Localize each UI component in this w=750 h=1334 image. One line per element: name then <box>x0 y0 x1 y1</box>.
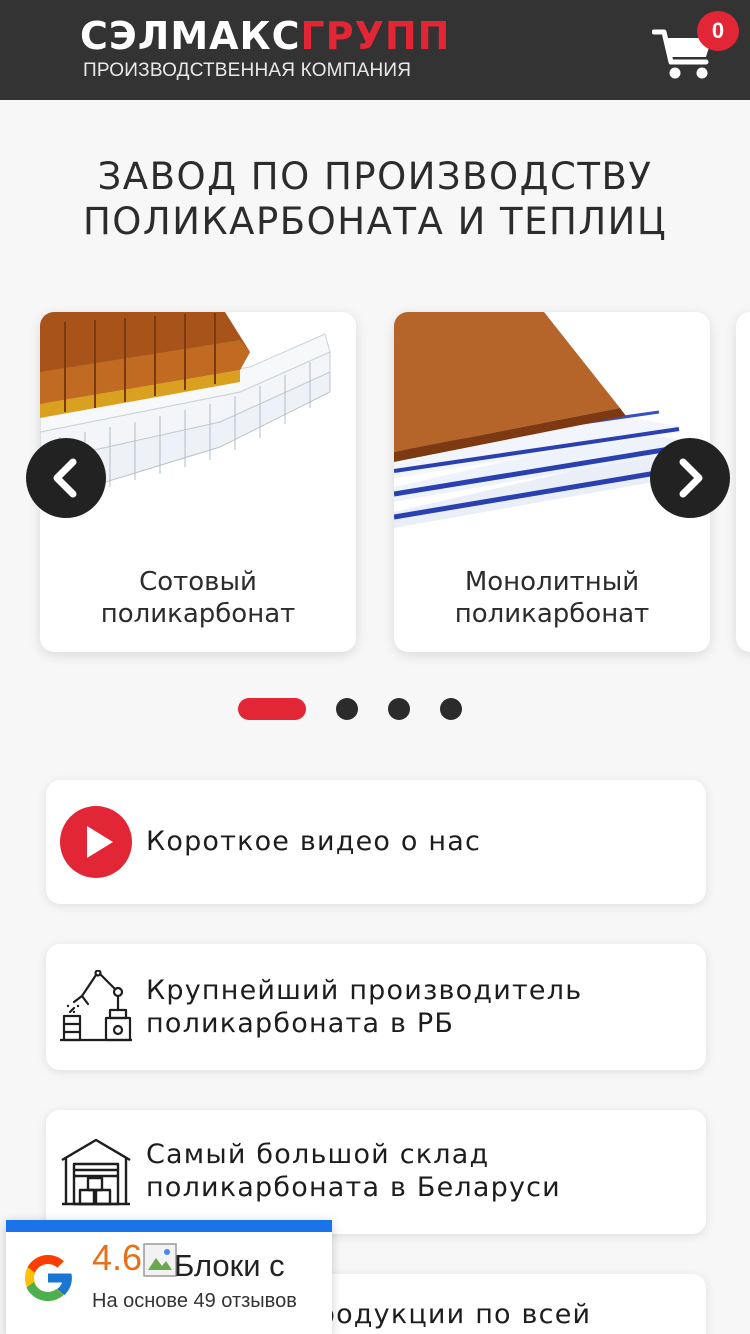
play-icon <box>60 806 132 878</box>
card-title-line1: Сотовый <box>139 567 257 597</box>
carousel-dot-2[interactable] <box>336 698 358 720</box>
carousel-dot-3[interactable] <box>388 698 410 720</box>
logo-part2: ГРУПП <box>300 14 451 58</box>
cart-count-badge: 0 <box>697 11 739 51</box>
carousel-dot-1[interactable] <box>238 698 306 720</box>
chevron-right-icon[interactable] <box>650 438 730 518</box>
card-title-line2: поликарбонат <box>100 599 296 629</box>
feature-text: Крупнейший производитель поликарбоната в… <box>146 974 582 1040</box>
card-title-line2: поликарбонат <box>454 599 650 629</box>
carousel-pagination <box>0 698 750 720</box>
google-rating-value: 4.6 <box>92 1237 143 1278</box>
card-title: Сотовый поликарбонат <box>40 566 356 630</box>
page-title-line2: ПОЛИКАРБОНАТА И ТЕПЛИЦ <box>82 200 668 243</box>
broken-image-alt-text: Блоки с <box>174 1248 285 1283</box>
card-title: Монолитный поликарбонат <box>394 566 710 630</box>
producer-feature-card: Крупнейший производитель поликарбоната в… <box>46 944 706 1070</box>
google-reviews-badge[interactable]: 4.6 Блоки с На основе 49 отзывов <box>6 1220 332 1334</box>
video-feature-card[interactable]: Короткое видео о нас <box>46 780 706 904</box>
chevron-left-icon[interactable] <box>26 438 106 518</box>
factory-robot-icon <box>60 970 132 1042</box>
feature-text-line1: Самый большой склад <box>146 1139 490 1170</box>
warehouse-icon <box>61 1138 131 1206</box>
feature-text-line1: Крупнейший производитель <box>146 975 583 1006</box>
broken-image-icon <box>143 1243 177 1277</box>
next-card-peek <box>736 312 750 652</box>
google-logo-icon <box>25 1255 73 1301</box>
logo[interactable]: СЭЛМАКСГРУПП ПРОИЗВОДСТВЕННАЯ КОМПАНИЯ <box>80 14 449 86</box>
feature-text-line2: поликарбоната в Беларуси <box>146 1172 561 1203</box>
site-header: СЭЛМАКСГРУПП ПРОИЗВОДСТВЕННАЯ КОМПАНИЯ 0 <box>0 0 750 100</box>
logo-wordmark: СЭЛМАКСГРУПП <box>80 14 450 58</box>
feature-text: Самый большой склад поликарбоната в Бела… <box>146 1138 561 1204</box>
logo-part1: СЭЛМАКС <box>80 14 301 58</box>
page-title: ЗАВОД ПО ПРОИЗВОДСТВУ ПОЛИКАРБОНАТА И ТЕ… <box>0 154 750 244</box>
page-title-line1: ЗАВОД ПО ПРОИЗВОДСТВУ <box>97 155 653 198</box>
google-reviews-count: На основе 49 отзывов <box>92 1290 297 1312</box>
warehouse-feature-card: Самый большой склад поликарбоната в Бела… <box>46 1110 706 1234</box>
feature-text-line2: поликарбоната в РБ <box>146 1008 455 1039</box>
card-title-line1: Монолитный <box>464 567 640 597</box>
feature-text: Короткое видео о нас <box>146 826 482 857</box>
carousel-dot-4[interactable] <box>440 698 462 720</box>
product-carousel: Сотовый поликарбонат Монолитный поликарб… <box>0 300 750 680</box>
logo-subtitle: ПРОИЗВОДСТВЕННАЯ КОМПАНИЯ <box>83 60 412 81</box>
